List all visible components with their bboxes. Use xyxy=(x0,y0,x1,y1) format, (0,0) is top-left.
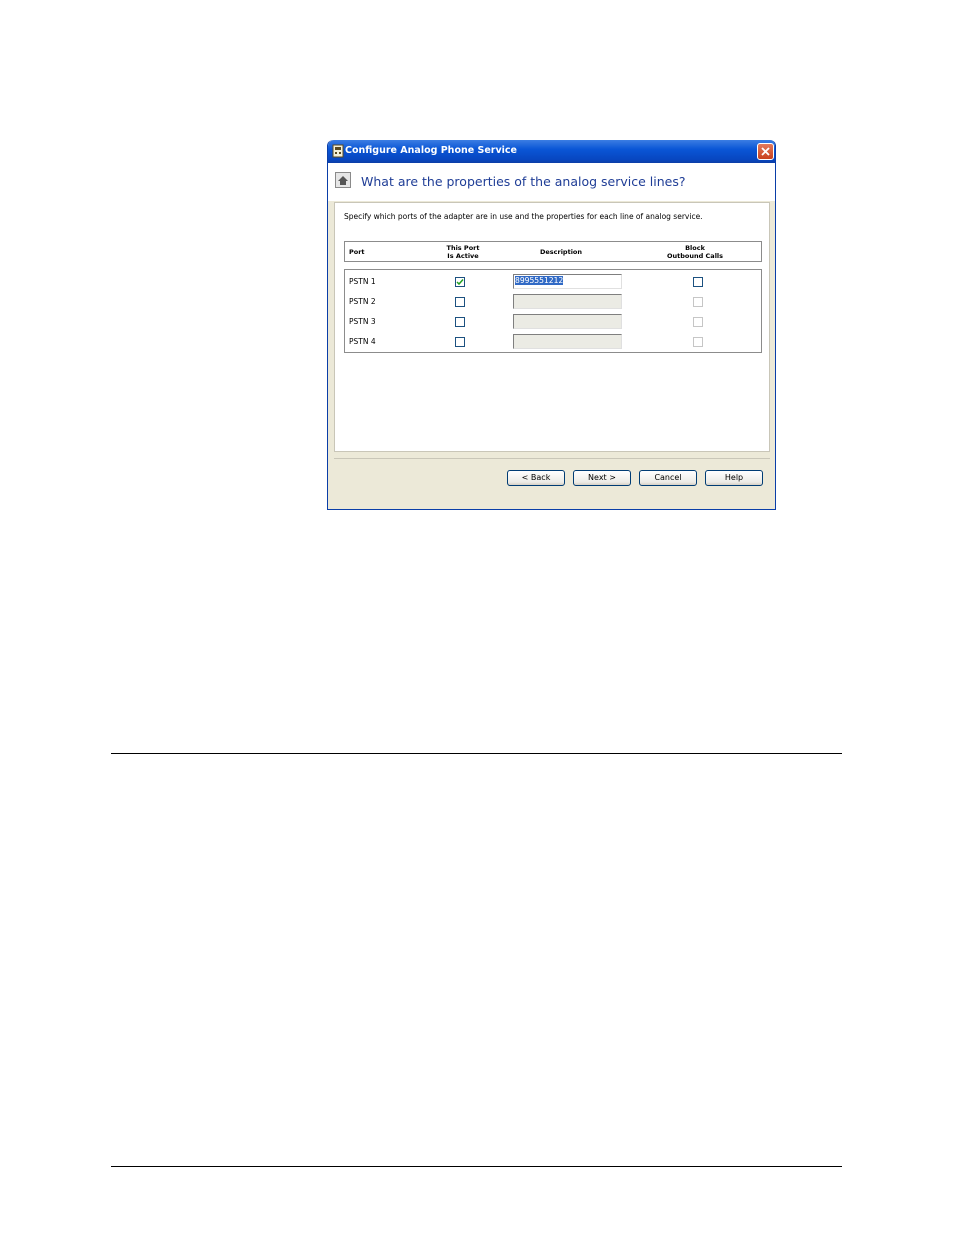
column-active: This Port Is Active xyxy=(433,244,493,260)
column-block: Block Outbound Calls xyxy=(657,244,733,260)
active-checkbox[interactable] xyxy=(455,277,465,287)
active-checkbox[interactable] xyxy=(455,297,465,307)
block-checkbox[interactable] xyxy=(693,317,703,327)
port-label: PSTN 1 xyxy=(349,277,376,286)
button-divider xyxy=(334,458,770,459)
checkmark-icon xyxy=(456,279,464,286)
instructions-text: Specify which ports of the adapter are i… xyxy=(344,212,703,221)
port-label: PSTN 2 xyxy=(349,297,376,306)
table-row: PSTN 2 xyxy=(345,291,761,311)
block-checkbox[interactable] xyxy=(693,297,703,307)
column-block-line1: Block xyxy=(685,244,705,252)
phone-app-icon xyxy=(332,144,344,158)
content-panel: Specify which ports of the adapter are i… xyxy=(334,202,770,452)
description-input[interactable] xyxy=(513,314,622,329)
help-button[interactable]: Help xyxy=(705,470,763,486)
next-button[interactable]: Next > xyxy=(573,470,631,486)
column-description: Description xyxy=(539,248,583,256)
table-row: PSTN 3 xyxy=(345,311,761,331)
home-icon xyxy=(335,172,351,188)
section-divider xyxy=(111,753,842,754)
configure-analog-phone-dialog: Configure Analog Phone Service What are … xyxy=(327,140,776,510)
close-icon xyxy=(761,147,770,156)
active-checkbox[interactable] xyxy=(455,337,465,347)
table-row: PSTN 1 8995551212 xyxy=(345,271,761,291)
port-label: PSTN 4 xyxy=(349,337,376,346)
column-active-line1: This Port xyxy=(446,244,480,252)
service-lines-list: PSTN 1 8995551212 PSTN 2 PSTN 3 PSTN 4 xyxy=(344,269,762,353)
footer-divider xyxy=(111,1166,842,1167)
table-row: PSTN 4 xyxy=(345,331,761,351)
description-input[interactable] xyxy=(513,294,622,309)
column-header: Port This Port Is Active Description Blo… xyxy=(344,241,762,262)
wizard-header: What are the properties of the analog se… xyxy=(328,163,775,201)
port-label: PSTN 3 xyxy=(349,317,376,326)
window-title: Configure Analog Phone Service xyxy=(345,145,517,156)
column-port: Port xyxy=(349,248,365,256)
block-checkbox[interactable] xyxy=(693,337,703,347)
wizard-heading: What are the properties of the analog se… xyxy=(361,174,686,189)
description-value: 8995551212 xyxy=(515,276,564,285)
description-input[interactable] xyxy=(513,334,622,349)
block-checkbox[interactable] xyxy=(693,277,703,287)
back-button[interactable]: < Back xyxy=(507,470,565,486)
cancel-button[interactable]: Cancel xyxy=(639,470,697,486)
close-button[interactable] xyxy=(757,143,774,160)
active-checkbox[interactable] xyxy=(455,317,465,327)
column-block-line2: Outbound Calls xyxy=(666,252,724,260)
column-active-line2: Is Active xyxy=(447,252,479,260)
title-bar[interactable]: Configure Analog Phone Service xyxy=(328,140,775,163)
description-input[interactable]: 8995551212 xyxy=(513,274,622,289)
